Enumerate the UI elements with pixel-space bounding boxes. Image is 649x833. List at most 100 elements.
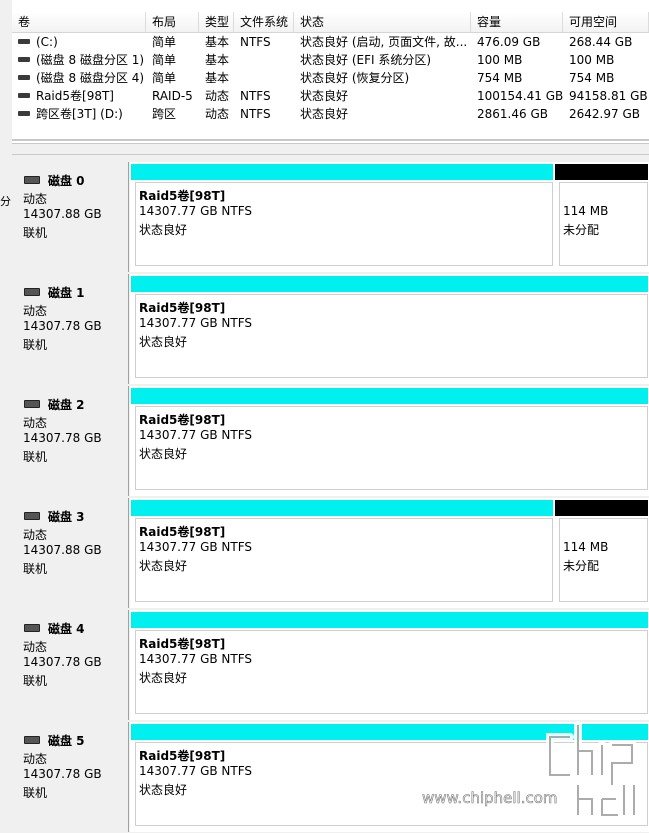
disk-icon <box>24 735 40 744</box>
partition-color-bar <box>131 612 648 628</box>
cell-filesystem: NTFS <box>240 87 294 105</box>
cell-text: RAID-5 <box>152 89 193 103</box>
cell-text: 476.09 GB <box>477 35 541 49</box>
disk-partitions: Raid5卷[98T] 14307.77 GB NTFS 状态良好 114 MB 未分配 <box>130 162 649 272</box>
disk-name: 磁盘 1 <box>24 284 85 301</box>
cell-text: 2861.46 GB <box>477 107 548 121</box>
cell-type: 基本 <box>205 69 234 87</box>
disk-partitions: Raid5卷[98T] 14307.77 GB NTFS 状态良好 <box>130 274 649 384</box>
unallocated-partition[interactable]: 114 MB 未分配 <box>554 162 649 272</box>
partition-status: 状态良好 <box>139 559 188 573</box>
cell-text: 754 MB <box>569 71 615 85</box>
disk-size: 14307.78 GB <box>23 319 102 333</box>
partition-color-bar <box>555 164 648 180</box>
col-header-layout[interactable]: 布局 <box>146 12 199 32</box>
volume-icon <box>18 111 30 116</box>
cell-text: 状态良好 (启动, 页面文件, 故... <box>300 35 468 49</box>
partition-title: Raid5卷[98T] <box>139 189 226 203</box>
partition-size: 14307.77 GB NTFS <box>139 428 253 442</box>
volume-row[interactable]: (磁盘 8 磁盘分区 4) 简单 基本 状态良好 (恢复分区) 754 MB 754 MB <box>12 69 649 87</box>
cell-text: 94158.81 GB <box>569 89 648 103</box>
disk-name-text: 磁盘 4 <box>48 622 85 636</box>
cell-layout: 简单 <box>152 33 199 51</box>
cell-text: 简单 <box>152 35 177 49</box>
cell-layout: 跨区 <box>152 105 199 123</box>
disk-label[interactable]: 磁盘 0 动态 14307.88 GB 联机 <box>12 162 129 272</box>
unallocated-partition[interactable]: 114 MB 未分配 <box>554 498 649 608</box>
cell-text: 状态良好 (恢复分区) <box>300 71 410 85</box>
col-header-capacity[interactable]: 容量 <box>471 12 563 32</box>
volume-icon <box>18 93 30 98</box>
raid5-partition[interactable]: Raid5卷[98T] 14307.77 GB NTFS 状态良好 <box>130 498 554 608</box>
horizontal-scrollbar[interactable] <box>12 139 649 141</box>
col-header-filesystem[interactable]: 文件系统 <box>234 12 294 32</box>
cell-text: 2642.97 GB <box>569 107 640 121</box>
disk-partitions: Raid5卷[98T] 14307.77 GB NTFS 状态良好 <box>130 610 649 720</box>
pane-splitter[interactable] <box>12 143 649 155</box>
disk-icon <box>24 399 40 408</box>
raid5-partition[interactable]: Raid5卷[98T] 14307.77 GB NTFS 状态良好 <box>130 386 649 496</box>
disk-label[interactable]: 磁盘 4 动态 14307.78 GB 联机 <box>12 610 129 720</box>
disk-state: 联机 <box>23 674 48 688</box>
cell-volume-name: (C:) <box>18 33 146 51</box>
cell-capacity: 476.09 GB <box>477 33 563 51</box>
partition-color-bar <box>131 388 648 404</box>
cell-text: 268.44 GB <box>569 35 633 49</box>
cell-free-space: 754 MB <box>569 69 649 87</box>
disk-label[interactable]: 磁盘 1 动态 14307.78 GB 联机 <box>12 274 129 384</box>
disk-name-text: 磁盘 5 <box>48 734 85 748</box>
volume-row[interactable]: (磁盘 8 磁盘分区 1) 简单 基本 状态良好 (EFI 系统分区) 100 MB 10… <box>12 51 649 69</box>
disk-state: 联机 <box>23 786 48 800</box>
disk-label[interactable]: 磁盘 3 动态 14307.88 GB 联机 <box>12 498 129 608</box>
cell-layout: RAID-5 <box>152 87 199 105</box>
cell-text: 100 MB <box>569 53 615 67</box>
disk-name: 磁盘 0 <box>24 172 85 189</box>
disk-label[interactable]: 磁盘 2 动态 14307.78 GB 联机 <box>12 386 129 496</box>
disk-label[interactable]: 磁盘 5 动态 14307.78 GB 联机 <box>12 722 129 832</box>
partition-status: 未分配 <box>563 559 600 573</box>
cell-text: (磁盘 8 磁盘分区 4) <box>36 71 145 85</box>
raid5-partition[interactable]: Raid5卷[98T] 14307.77 GB NTFS 状态良好 <box>130 162 554 272</box>
partition-title: Raid5卷[98T] <box>139 749 226 763</box>
disk-size: 14307.78 GB <box>23 655 102 669</box>
raid5-partition[interactable]: Raid5卷[98T] 14307.77 GB NTFS 状态良好 <box>130 274 649 384</box>
partition-size: 14307.77 GB NTFS <box>139 316 253 330</box>
cell-text: NTFS <box>240 35 271 49</box>
disk-state: 联机 <box>23 450 48 464</box>
volume-list: 卷 布局 类型 文件系统 状态 容量 可用空间 (C:) 简单 基本 NTFS 状态良好… <box>12 12 649 143</box>
partition-size: 14307.77 GB NTFS <box>139 652 253 666</box>
volume-row[interactable]: (C:) 简单 基本 NTFS 状态良好 (启动, 页面文件, 故... 476.09 G… <box>12 33 649 51</box>
raid5-partition[interactable]: Raid5卷[98T] 14307.77 GB NTFS 状态良好 <box>130 722 649 832</box>
cell-text: 100154.41 GB <box>477 89 563 103</box>
col-header-status[interactable]: 状态 <box>294 12 471 32</box>
disk-kind: 动态 <box>23 192 48 206</box>
disk-row: 磁盘 0 动态 14307.88 GB 联机 Raid5卷[98T] 14307.77 G… <box>12 162 649 272</box>
disk-name-text: 磁盘 2 <box>48 398 85 412</box>
partition-size: 114 MB <box>563 204 609 218</box>
disk-name-text: 磁盘 1 <box>48 286 85 300</box>
disk-size: 14307.78 GB <box>23 767 102 781</box>
disk-kind: 动态 <box>23 752 48 766</box>
disk-state: 联机 <box>23 338 48 352</box>
col-header-free-space[interactable]: 可用空间 <box>563 12 649 32</box>
cell-free-space: 100 MB <box>569 51 649 69</box>
partition-box: Raid5卷[98T] 14307.77 GB NTFS 状态良好 <box>135 518 553 602</box>
raid5-partition[interactable]: Raid5卷[98T] 14307.77 GB NTFS 状态良好 <box>130 610 649 720</box>
disk-name-text: 磁盘 0 <box>48 174 85 188</box>
volume-row[interactable]: 跨区卷[3T] (D:) 跨区 动态 NTFS 状态良好 2861.46 GB 2642.9… <box>12 105 649 123</box>
partition-box: Raid5卷[98T] 14307.77 GB NTFS 状态良好 <box>135 742 648 826</box>
cell-text: 基本 <box>205 53 230 67</box>
partition-size: 14307.77 GB NTFS <box>139 204 253 218</box>
partition-size: 14307.77 GB NTFS <box>139 540 253 554</box>
cell-status: 状态良好 (EFI 系统分区) <box>300 51 471 69</box>
cell-layout: 简单 <box>152 69 199 87</box>
col-header-type[interactable]: 类型 <box>199 12 234 32</box>
partition-status: 状态良好 <box>139 447 188 461</box>
partition-color-bar <box>131 276 648 292</box>
disk-size: 14307.88 GB <box>23 543 102 557</box>
col-header-volume[interactable]: 卷 <box>12 12 146 32</box>
partition-color-bar <box>131 500 553 516</box>
disk-partitions: Raid5卷[98T] 14307.77 GB NTFS 状态良好 114 MB 未分配 <box>130 498 649 608</box>
volume-row[interactable]: Raid5卷[98T] RAID-5 动态 NTFS 状态良好 100154.41 GB 9… <box>12 87 649 105</box>
cell-text: Raid5卷[98T] <box>36 89 114 103</box>
